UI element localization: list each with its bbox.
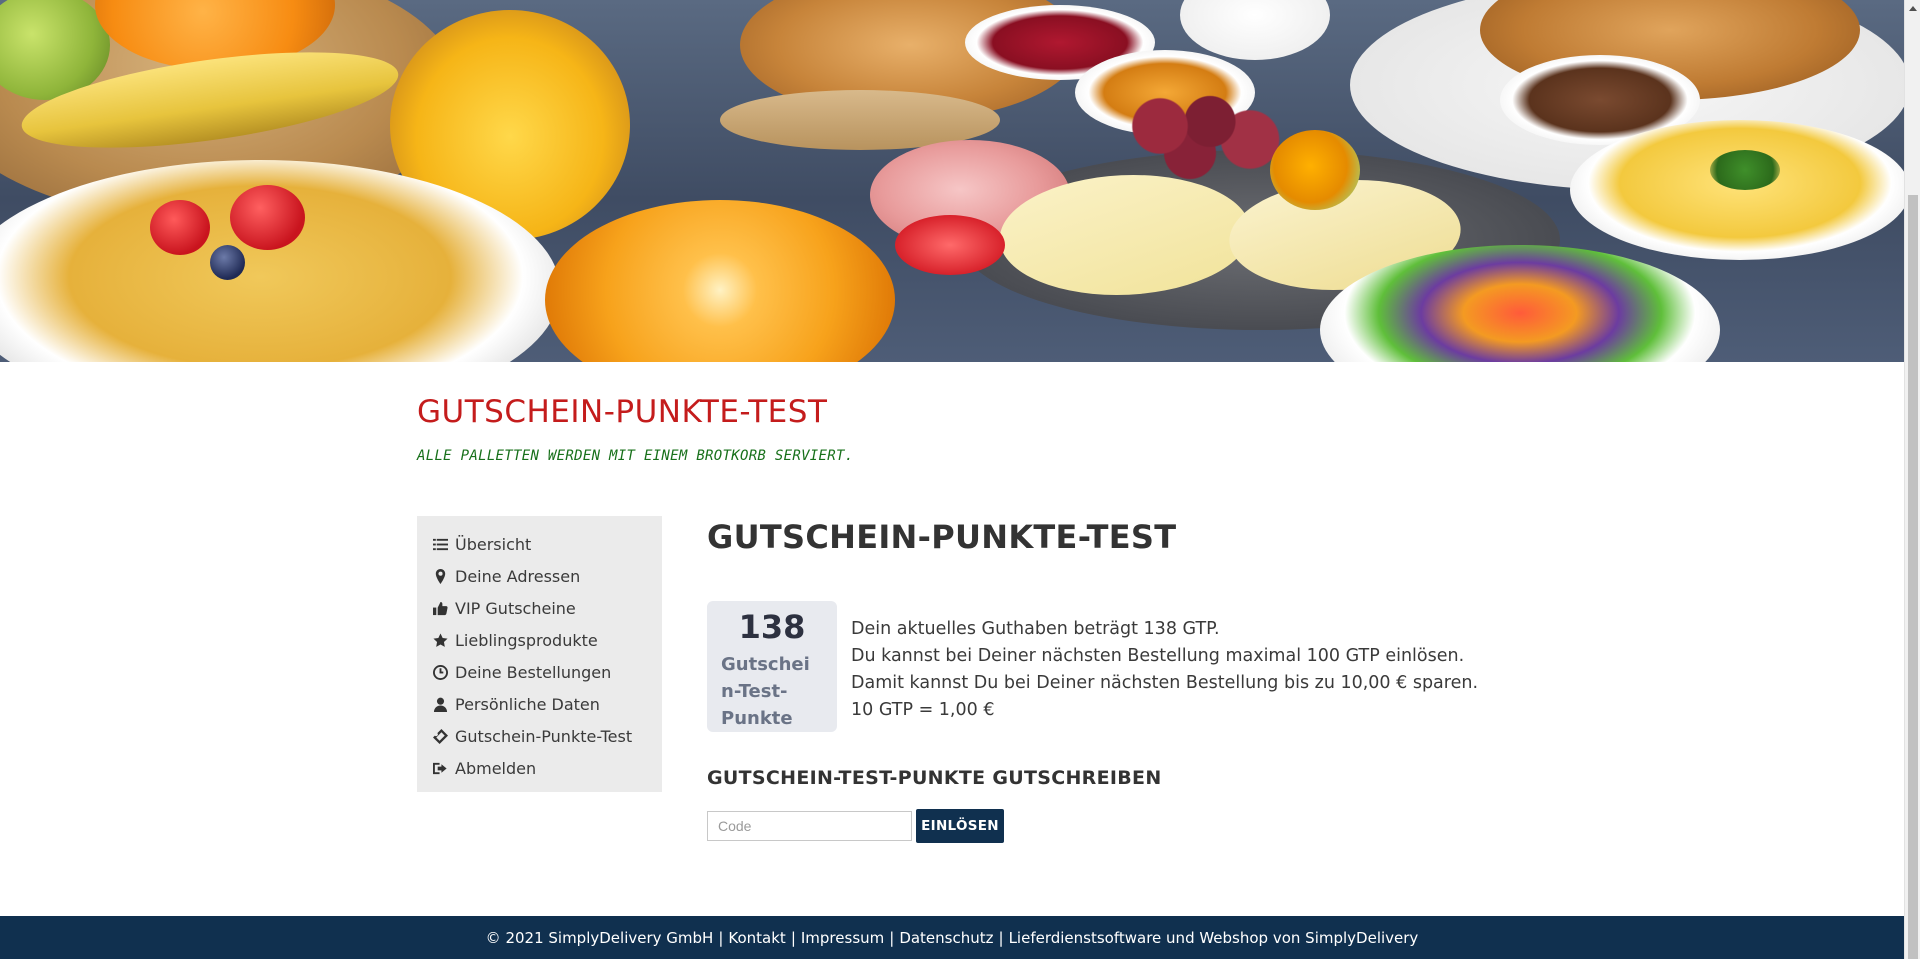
points-value: 138 (738, 608, 806, 646)
sidebar-item-label: VIP Gutscheine (455, 598, 576, 618)
sidebar-item-label: Übersicht (455, 534, 532, 554)
footer-separator: | (790, 928, 796, 947)
site-slogan: ALLE PALLETTEN WERDEN MIT EINEM BROTKORB… (417, 448, 854, 464)
sidebar-item-overview[interactable]: Übersicht (433, 528, 662, 560)
footer: © 2021 SimplyDelivery GmbH | Kontakt | I… (0, 916, 1904, 959)
list-icon (433, 537, 455, 552)
star-icon (433, 632, 455, 648)
hero-breakfast-image (0, 0, 1904, 362)
sidebar-item-label: Abmelden (455, 758, 537, 778)
sidebar-item-label: Gutschein-Punkte-Test (455, 726, 633, 746)
points-balance-badge: 138 Gutschein-Test-Punkte (707, 601, 837, 732)
sidebar-item-logout[interactable]: Abmelden (433, 752, 662, 784)
site-title[interactable]: GUTSCHEIN-PUNKTE-TEST (417, 394, 827, 430)
page-scrollbar[interactable] (1904, 0, 1920, 959)
points-info: Dein aktuelles Guthaben beträgt 138 GTP.… (851, 616, 1478, 724)
footer-separator: | (718, 928, 724, 947)
sidebar-item-vip-vouchers[interactable]: VIP Gutscheine (433, 592, 662, 624)
redeem-section-heading: GUTSCHEIN-TEST-PUNKTE GUTSCHREIBEN (707, 767, 1162, 789)
footer-copyright: © 2021 SimplyDelivery GmbH (485, 928, 714, 947)
sidebar-item-personal-data[interactable]: Persönliche Daten (433, 688, 662, 720)
voucher-code-input[interactable] (707, 811, 912, 841)
footer-link-privacy[interactable]: Datenschutz (899, 929, 993, 947)
sidebar-item-addresses[interactable]: Deine Adressen (433, 560, 662, 592)
footer-link-imprint[interactable]: Impressum (801, 929, 884, 947)
sidebar-item-label: Persönliche Daten (455, 694, 600, 714)
page-title: GUTSCHEIN-PUNKTE-TEST (707, 518, 1177, 556)
ticket-icon (433, 728, 455, 744)
user-icon (433, 697, 455, 712)
footer-separator: | (889, 928, 895, 947)
info-line-max-redeem: Du kannst bei Deiner nächsten Bestellung… (851, 646, 1465, 666)
account-sidebar: Übersicht Deine Adressen VIP Gutscheine … (417, 516, 662, 792)
footer-link-contact[interactable]: Kontakt (728, 929, 785, 947)
sidebar-item-label: Deine Adressen (455, 566, 581, 586)
sidebar-item-favorites[interactable]: Lieblingsprodukte (433, 624, 662, 656)
sidebar-item-label: Deine Bestellungen (455, 662, 612, 682)
scroll-up-icon[interactable] (1905, 0, 1920, 16)
info-line-balance: Dein aktuelles Guthaben beträgt 138 GTP. (851, 619, 1220, 639)
map-marker-icon (433, 568, 455, 584)
footer-link-simplydelivery[interactable]: Lieferdienstsoftware und Webshop von Sim… (1009, 929, 1419, 947)
sidebar-item-label: Lieblingsprodukte (455, 630, 598, 650)
points-unit-label: Gutschein-Test-Punkte (721, 654, 810, 729)
scrollbar-thumb[interactable] (1908, 195, 1918, 959)
redeem-button[interactable]: EINLÖSEN (916, 809, 1004, 843)
sidebar-item-voucher-points[interactable]: Gutschein-Punkte-Test (433, 720, 662, 752)
sidebar-item-orders[interactable]: Deine Bestellungen (433, 656, 662, 688)
sign-out-icon (433, 761, 455, 776)
thumbs-up-icon (433, 601, 455, 616)
info-line-savings: Damit kannst Du bei Deiner nächsten Best… (851, 673, 1479, 693)
footer-separator: | (998, 928, 1004, 947)
info-line-conversion: 10 GTP = 1,00 € (851, 700, 995, 720)
clock-icon (433, 664, 455, 680)
